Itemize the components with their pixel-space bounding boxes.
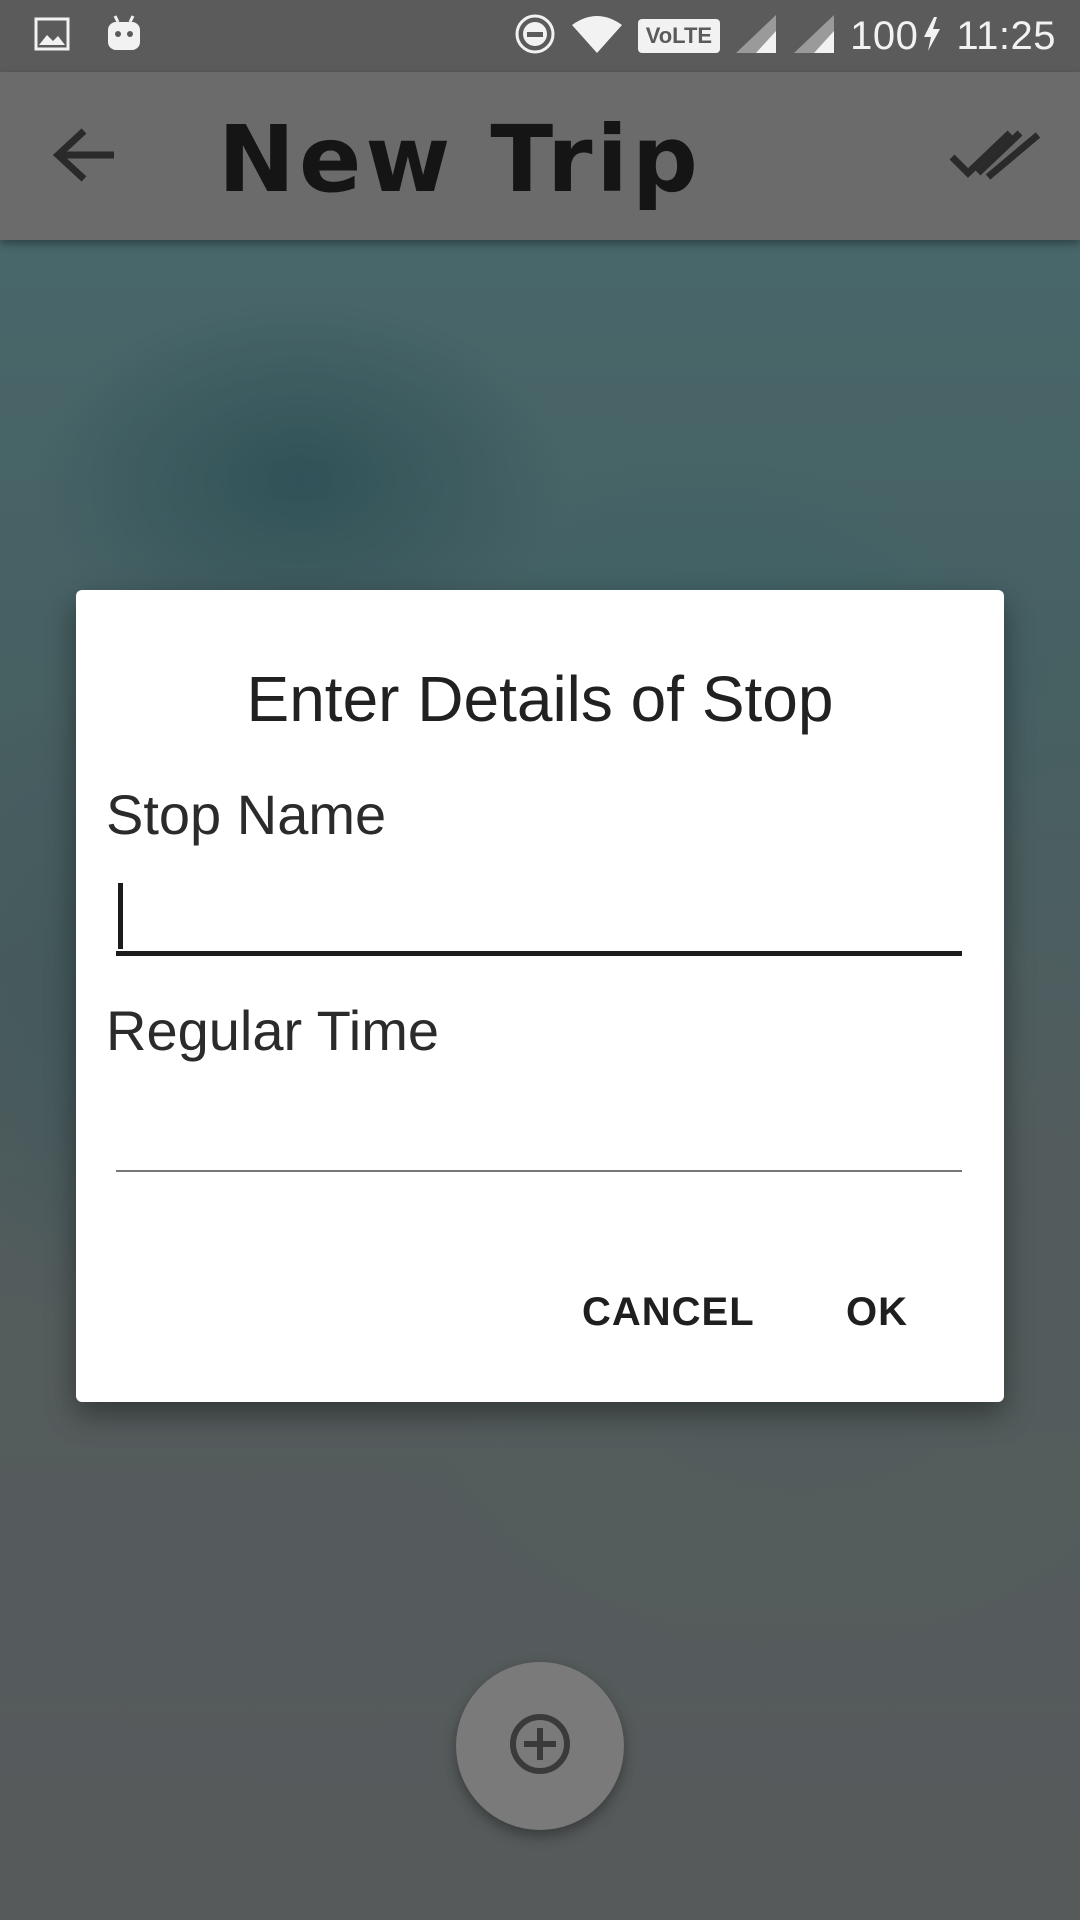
text-cursor xyxy=(118,883,123,949)
android-icon xyxy=(106,14,142,59)
signal-icon xyxy=(734,13,778,60)
charging-icon xyxy=(922,15,942,58)
stop-name-label: Stop Name xyxy=(106,783,387,846)
stop-details-dialog: Enter Details of Stop Stop Name Regular … xyxy=(76,590,1004,1402)
wifi-icon xyxy=(570,13,624,60)
app-bar: New Trip xyxy=(0,72,1080,240)
signal-icon xyxy=(792,13,836,60)
battery-level: 100 xyxy=(850,13,919,58)
do-not-disturb-icon xyxy=(514,13,556,60)
add-circle-icon xyxy=(508,1712,572,1781)
dialog-title: Enter Details of Stop xyxy=(246,663,834,735)
status-bar: VoLTE 100 11:25 xyxy=(0,0,1080,72)
ok-button[interactable]: OK xyxy=(830,1280,924,1345)
back-button[interactable] xyxy=(40,122,130,192)
page-title: New Trip xyxy=(218,106,702,213)
image-icon xyxy=(34,17,70,56)
volte-badge: VoLTE xyxy=(637,19,721,53)
save-trip-button[interactable] xyxy=(940,122,1050,192)
cancel-button[interactable]: CANCEL xyxy=(566,1280,771,1345)
regular-time-input[interactable] xyxy=(116,1092,962,1172)
clock: 11:25 xyxy=(956,13,1056,58)
regular-time-label: Regular Time xyxy=(106,999,440,1062)
add-stop-button[interactable] xyxy=(456,1662,624,1830)
stop-name-input[interactable] xyxy=(116,876,962,956)
done-all-icon xyxy=(948,127,1042,188)
arrow-back-icon xyxy=(52,127,118,188)
